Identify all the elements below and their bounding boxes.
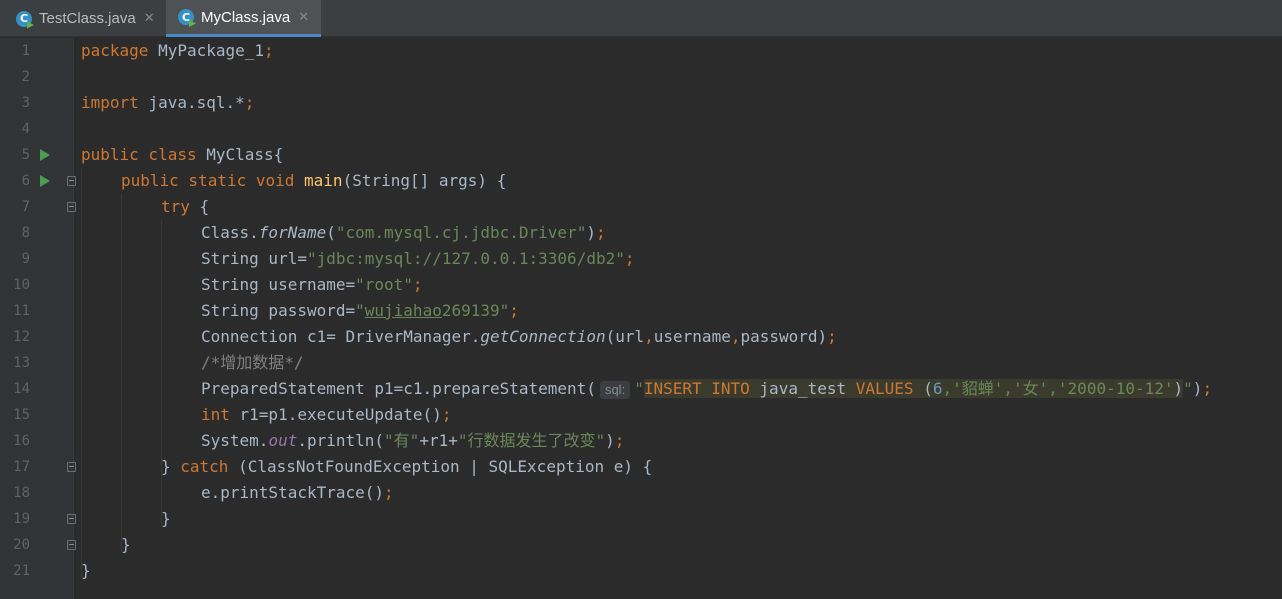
tab-myclass-java[interactable]: C MyClass.java ✕: [166, 0, 321, 37]
line-number: 15: [13, 407, 30, 423]
java-class-icon: C: [178, 9, 194, 25]
tab-label: TestClass.java: [39, 10, 136, 27]
code-line: 9 String url="jdbc:mysql://127.0.0.1:330…: [0, 246, 1282, 272]
code-line: 13 /*增加数据*/: [0, 350, 1282, 376]
code-line: 10 String username="root";: [0, 272, 1282, 298]
line-number: 20: [13, 537, 30, 553]
fold-icon[interactable]: [67, 176, 76, 186]
line-number: 13: [13, 355, 30, 371]
fold-icon[interactable]: [67, 462, 76, 472]
line-number: 21: [13, 563, 30, 579]
line-number: 16: [13, 433, 30, 449]
code-line: 18 e.printStackTrace();: [0, 480, 1282, 506]
code-line: 20 }: [0, 532, 1282, 558]
line-number: 11: [13, 303, 30, 319]
java-class-icon: C: [16, 10, 32, 27]
close-icon[interactable]: ✕: [298, 10, 309, 25]
line-number: 6: [21, 173, 30, 189]
line-number: 19: [13, 511, 30, 527]
code-line: 8 Class.forName("com.mysql.cj.jdbc.Drive…: [0, 220, 1282, 246]
code-line: 14 PreparedStatement p1=c1.prepareStatem…: [0, 376, 1282, 402]
fold-icon[interactable]: [67, 202, 76, 212]
code-line: 6 public static void main(String[] args)…: [0, 168, 1282, 194]
code-line: 15 int r1=p1.executeUpdate();: [0, 402, 1282, 428]
code-line: 16 System.out.println("有"+r1+"行数据发生了改变")…: [0, 428, 1282, 454]
code-line: 5 public class MyClass{: [0, 142, 1282, 168]
code-editor[interactable]: 1 package MyPackage_1; 2 3 import java.s…: [0, 38, 1282, 599]
code-line: 7 try {: [0, 194, 1282, 220]
run-icon[interactable]: [40, 175, 50, 187]
sql-injection-highlight: INSERT INTO java_test VALUES (6,'貂蝉','女'…: [643, 379, 1184, 398]
editor-tab-bar: C TestClass.java ✕ C MyClass.java ✕: [0, 0, 1282, 37]
line-number: 12: [13, 329, 30, 345]
close-icon[interactable]: ✕: [144, 11, 155, 26]
tab-label: MyClass.java: [201, 8, 291, 26]
line-number: 17: [13, 459, 30, 475]
line-number: 9: [21, 251, 30, 267]
line-number: 4: [21, 121, 30, 137]
line-number: 1: [21, 43, 30, 59]
code-line: 2: [0, 64, 1282, 90]
tab-testclass-java[interactable]: C TestClass.java ✕: [0, 0, 166, 37]
code-line: 12 Connection c1= DriverManager.getConne…: [0, 324, 1282, 350]
fold-icon[interactable]: [67, 514, 76, 524]
parameter-hint: sql:: [599, 381, 631, 399]
line-number: 5: [21, 147, 30, 163]
line-number: 18: [13, 485, 30, 501]
line-number: 2: [21, 69, 30, 85]
code-line: 21 }: [0, 558, 1282, 584]
code-line: 11 String password="wujiahao269139";: [0, 298, 1282, 324]
fold-icon[interactable]: [67, 540, 76, 550]
code-line: 3 import java.sql.*;: [0, 90, 1282, 116]
code-line: 17 } catch (ClassNotFoundException | SQL…: [0, 454, 1282, 480]
line-number: 10: [13, 277, 30, 293]
code-line: 4: [0, 116, 1282, 142]
line-number: 8: [21, 225, 30, 241]
line-number: 7: [21, 199, 30, 215]
line-number: 3: [21, 95, 30, 111]
typo-underline: wujiahao: [364, 301, 442, 320]
run-icon[interactable]: [40, 149, 50, 161]
code-line: 19 }: [0, 506, 1282, 532]
code-line: 1 package MyPackage_1;: [0, 38, 1282, 64]
line-number: 14: [13, 381, 30, 397]
